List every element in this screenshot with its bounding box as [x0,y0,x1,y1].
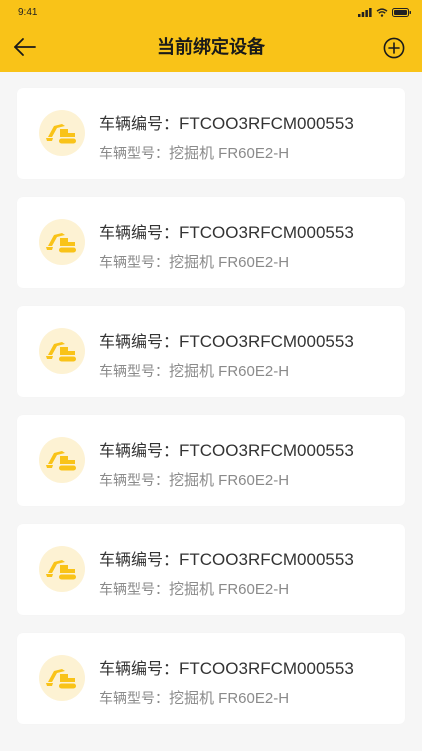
vehicle-number-value: FTCOO3RFCM000553 [179,550,354,569]
vehicle-number-value: FTCOO3RFCM000553 [179,223,354,242]
excavator-icon [46,233,76,253]
plus-circle-icon [383,37,405,59]
device-card[interactable]: 车辆编号：FTCOO3RFCM000553 车辆型号：挖掘机 FR60E2-H [17,415,405,506]
vehicle-model-value: 挖掘机 FR60E2-H [169,690,290,707]
vehicle-model-value: 挖掘机 FR60E2-H [169,581,290,598]
vehicle-model-row: 车辆型号：挖掘机 FR60E2-H [99,578,289,599]
excavator-icon [46,124,76,144]
excavator-icon [46,560,76,580]
status-time: 9:41 [18,7,38,18]
device-card[interactable]: 车辆编号：FTCOO3RFCM000553 车辆型号：挖掘机 FR60E2-H [17,524,405,615]
vehicle-number-row: 车辆编号：FTCOO3RFCM000553 [99,437,354,461]
excavator-icon [46,669,76,689]
page-title: 当前绑定设备 [157,37,265,58]
vehicle-model-value: 挖掘机 FR60E2-H [169,254,290,271]
vehicle-number-label: 车辆编号： [99,441,180,460]
device-icon-badge [39,655,85,701]
excavator-icon [46,451,76,471]
vehicle-number-label: 车辆编号： [99,114,180,133]
vehicle-number-label: 车辆编号： [99,659,180,678]
vehicle-model-row: 车辆型号：挖掘机 FR60E2-H [99,469,289,490]
add-device-button[interactable] [383,37,405,59]
vehicle-model-value: 挖掘机 FR60E2-H [169,472,290,489]
device-list: 车辆编号：FTCOO3RFCM000553 车辆型号：挖掘机 FR60E2-H … [17,88,405,742]
vehicle-number-value: FTCOO3RFCM000553 [179,659,354,678]
vehicle-number-row: 车辆编号：FTCOO3RFCM000553 [99,110,354,134]
vehicle-number-value: FTCOO3RFCM000553 [179,332,354,351]
vehicle-number-value: FTCOO3RFCM000553 [179,441,354,460]
vehicle-model-label: 车辆型号： [99,582,169,598]
vehicle-model-value: 挖掘机 FR60E2-H [169,363,290,380]
status-icons [358,8,412,17]
device-card[interactable]: 车辆编号：FTCOO3RFCM000553 车辆型号：挖掘机 FR60E2-H [17,306,405,397]
vehicle-model-label: 车辆型号： [99,691,169,707]
battery-icon [392,8,411,17]
device-card[interactable]: 车辆编号：FTCOO3RFCM000553 车辆型号：挖掘机 FR60E2-H [17,633,405,724]
device-card[interactable]: 车辆编号：FTCOO3RFCM000553 车辆型号：挖掘机 FR60E2-H [17,88,405,179]
vehicle-model-row: 车辆型号：挖掘机 FR60E2-H [99,142,289,163]
vehicle-model-row: 车辆型号：挖掘机 FR60E2-H [99,360,289,381]
vehicle-number-label: 车辆编号： [99,332,180,351]
vehicle-number-row: 车辆编号：FTCOO3RFCM000553 [99,328,354,352]
vehicle-model-label: 车辆型号： [99,473,169,489]
device-icon-badge [39,437,85,483]
vehicle-model-label: 车辆型号： [99,255,169,271]
vehicle-model-row: 车辆型号：挖掘机 FR60E2-H [99,251,289,272]
vehicle-number-value: FTCOO3RFCM000553 [179,114,354,133]
vehicle-number-row: 车辆编号：FTCOO3RFCM000553 [99,219,354,243]
device-icon-badge [39,328,85,374]
device-icon-badge [39,219,85,265]
device-card[interactable]: 车辆编号：FTCOO3RFCM000553 车辆型号：挖掘机 FR60E2-H [17,197,405,288]
device-icon-badge [39,546,85,592]
vehicle-model-value: 挖掘机 FR60E2-H [169,145,290,162]
wifi-icon [376,8,388,17]
vehicle-number-row: 车辆编号：FTCOO3RFCM000553 [99,655,354,679]
vehicle-model-row: 车辆型号：挖掘机 FR60E2-H [99,687,289,708]
vehicle-number-row: 车辆编号：FTCOO3RFCM000553 [99,546,354,570]
app-header: 9:41 当前绑定设备 [0,0,422,72]
signal-icon [358,8,372,17]
vehicle-number-label: 车辆编号： [99,223,180,242]
vehicle-model-label: 车辆型号： [99,146,169,162]
vehicle-model-label: 车辆型号： [99,364,169,380]
vehicle-number-label: 车辆编号： [99,550,180,569]
device-icon-badge [39,110,85,156]
excavator-icon [46,342,76,362]
